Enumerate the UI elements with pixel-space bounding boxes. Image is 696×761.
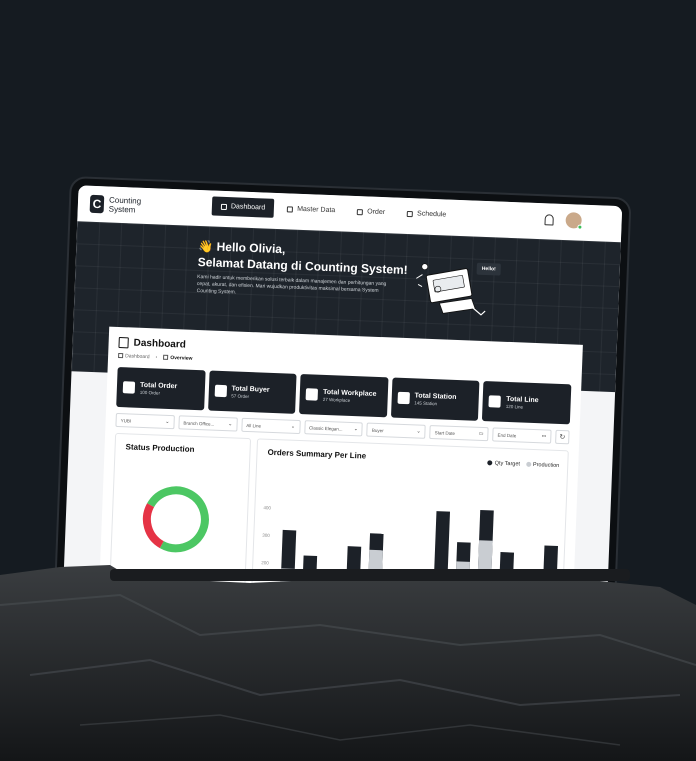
nav-order[interactable]: Order [348,202,395,223]
dashboard-icon [118,352,124,359]
stat-card-total-line[interactable]: Total Line 120 Line [482,381,572,425]
app-screen: C Counting System Dashboard Master Data … [62,185,623,617]
status-production-donut [142,486,209,553]
product-select-value: Classic Elegan... [309,424,343,432]
hero-description: Kami hadir untuk memberikan solusi terba… [196,273,387,296]
stat-value: 57 Order [231,392,250,399]
stat-title: Total Line [506,395,539,404]
y-tick-label: 300 [262,533,270,538]
line-select-value: All Line [246,422,262,429]
dashboard-panel: Dashboard Dashboard › Overview Total Ord… [99,326,583,605]
end-date-input[interactable]: End Date ▭ [492,427,552,444]
main-nav: Dashboard Master Data Order Schedule [211,196,456,225]
start-date-placeholder: Start Date [434,429,456,436]
nav-schedule[interactable]: Schedule [398,204,456,225]
refresh-button[interactable]: ↻ [555,429,570,445]
nav-master-data-label: Master Data [297,205,336,215]
branch-select-value: Branch Office... [183,420,215,427]
chevron-down-icon: ⌄ [353,426,359,433]
document-icon [357,208,364,215]
page-title-text: Dashboard [133,337,187,351]
dashboard-icon [118,336,129,349]
nav-master-data[interactable]: Master Data [278,199,345,221]
document-icon [122,381,136,394]
bell-icon[interactable] [544,213,554,226]
calendar-icon: ▭ [478,430,484,438]
chevron-down-icon: ⌄ [290,423,296,430]
nav-schedule-label: Schedule [416,210,447,219]
stat-card-total-workplace[interactable]: Total Workplace 27 Workplace [299,374,389,418]
rock-foreground [0,565,696,761]
status-production-title: Status Production [125,442,195,454]
legend-production[interactable]: Production [525,461,560,469]
user-icon [214,384,227,398]
chevron-down-icon: ⌄ [416,428,421,435]
refresh-icon: ↻ [559,433,566,442]
stat-card-total-order[interactable]: Total Order 100 Order [116,366,206,411]
breadcrumb-separator-icon: › [155,354,158,361]
top-right-actions [544,211,583,230]
stat-card-total-buyer[interactable]: Total Buyer 57 Order [207,370,297,414]
hero-text: 👋 Hello Olivia, Selamat Datang di Counti… [197,238,409,303]
breadcrumb-overview-label: Overview [170,354,193,362]
product-select[interactable]: Classic Elegan... ⌄ [303,420,364,437]
breadcrumb-dashboard-label: Dashboard [125,353,150,361]
stat-title: Total Buyer [231,384,270,394]
home-icon [305,388,319,401]
avatar[interactable] [565,212,583,230]
logo-line-2: System [108,204,136,215]
chevron-down-icon: ⌄ [165,418,170,425]
buyer-select-value: Buyer [371,427,384,433]
breadcrumb-overview: Overview [163,354,193,362]
dashboard-icon [220,203,228,210]
legend-label: Production [532,461,560,469]
online-status-icon [577,224,583,230]
overview-icon [163,354,169,360]
line-select[interactable]: All Line ⌄ [241,417,301,435]
logo-text: Counting System [109,196,142,215]
laptop-mockup: C Counting System Dashboard Master Data … [53,176,632,618]
donut-segment-1[interactable] [142,503,164,549]
y-tick-label: 400 [263,505,271,510]
calendar-icon [406,210,414,217]
legend-dot-icon [487,460,493,466]
stat-value: 145 Station [414,399,438,406]
start-date-input[interactable]: Start Date ▭ [429,425,489,442]
stat-value: 100 Order [139,389,161,396]
company-select[interactable]: YUBI ⌄ [115,412,175,430]
hero-illustration: Hello! [409,252,502,323]
app-logo[interactable]: C Counting System [89,194,142,215]
end-date-placeholder: End Date [497,432,517,438]
legend-dot-icon [525,461,532,467]
stat-value: 120 Line [505,403,524,410]
legend-qty-target[interactable]: Qty Target [487,460,521,468]
nav-dashboard-label: Dashboard [230,203,266,212]
chevron-down-icon: ⌄ [227,421,233,428]
calendar-icon: ▭ [541,433,547,440]
company-select-value: YUBI [120,417,132,424]
stat-title: Total Order [139,381,178,390]
stat-value: 27 Workplace [322,396,351,403]
breadcrumb-dashboard[interactable]: Dashboard [118,352,150,361]
nav-dashboard[interactable]: Dashboard [211,196,275,218]
nav-order-label: Order [367,208,386,217]
logo-mark: C [89,194,105,214]
line-icon [488,395,502,408]
lock-icon [287,205,294,213]
legend-label: Qty Target [494,460,521,468]
hello-badge: Hello! [476,262,501,276]
stat-card-total-station[interactable]: Total Station 145 Station [390,377,480,421]
branch-select[interactable]: Branch Office... ⌄ [178,415,238,432]
buyer-select[interactable]: Buyer ⌄ [366,422,427,439]
station-icon [397,391,410,405]
